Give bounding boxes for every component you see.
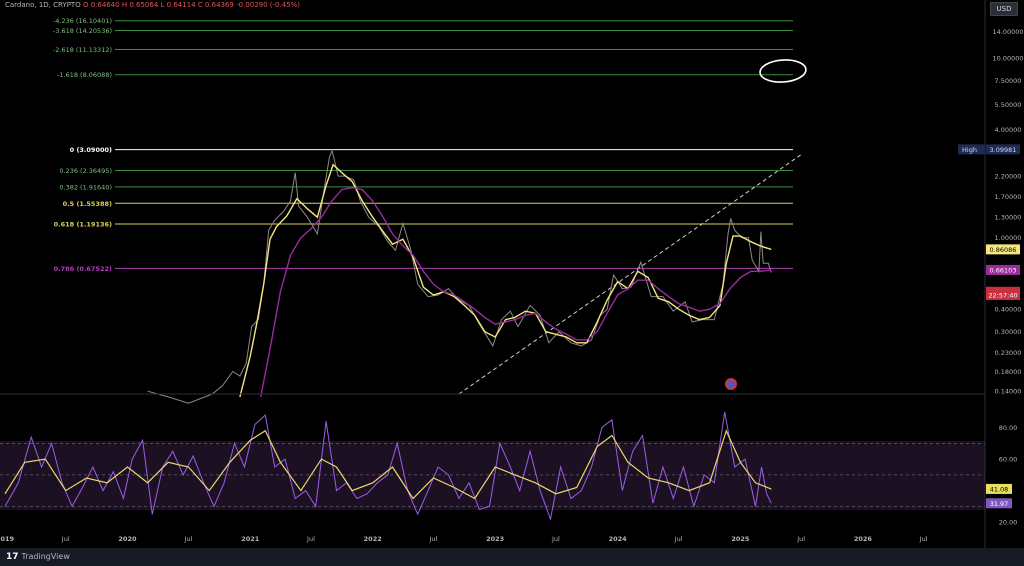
time-tick-13: Jul xyxy=(796,535,805,543)
price-tick-1: 10.00000 xyxy=(992,54,1023,62)
rsi-band-fill xyxy=(0,441,985,510)
price-tick-10: 0.30000 xyxy=(995,328,1022,336)
time-tick-2: 2020 xyxy=(118,535,137,543)
fib-label-0: -4.236 (16.10401) xyxy=(53,17,112,25)
fib-label-4: 0 (3.09000) xyxy=(70,146,112,154)
fib-label-5: 0.236 (2.36495) xyxy=(59,167,112,175)
fib-label-8: 0.618 (1.19136) xyxy=(54,221,112,229)
price-tick-13: 0.14000 xyxy=(995,388,1022,396)
rsi-tick-0: 80.00 xyxy=(999,424,1018,432)
time-tick-14: 2026 xyxy=(854,535,873,543)
tradingview-logo-icon: 17 xyxy=(6,552,19,562)
tradingview-logo[interactable]: 17 TradingView xyxy=(6,552,70,562)
time-tick-5: Jul xyxy=(306,535,315,543)
fib-label-7: 0.5 (1.55388) xyxy=(63,200,112,208)
rsi-tag-value-1: 31.97 xyxy=(990,500,1009,508)
price-tick-6: 1.70000 xyxy=(995,193,1022,201)
tag-value-0: 3.09981 xyxy=(990,146,1017,154)
tradingview-logo-text: TradingView xyxy=(21,552,70,561)
currency-button[interactable]: USD xyxy=(990,2,1018,16)
price-tick-8: 1.00000 xyxy=(995,234,1022,242)
time-tick-4: 2021 xyxy=(241,535,260,543)
fib-label-9: 0.786 (0.67522) xyxy=(54,265,112,273)
fib-label-1: -3.618 (14.20536) xyxy=(53,27,112,35)
time-tick-15: Jul xyxy=(919,535,928,543)
price-tick-11: 0.23000 xyxy=(995,349,1022,357)
fib-label-2: -2.618 (11.13312) xyxy=(53,46,112,54)
chart-svg[interactable]: -4.236 (16.10401) -3.618 (14.20536) -2.618… xyxy=(0,0,1024,566)
event-marker-inner-icon xyxy=(727,380,735,388)
time-tick-12: 2025 xyxy=(731,535,750,543)
time-tick-9: Jul xyxy=(551,535,560,543)
price-tick-0: 14.00000 xyxy=(992,28,1023,36)
price-tick-7: 1.30000 xyxy=(995,214,1022,222)
time-tick-8: 2023 xyxy=(486,535,504,543)
price-tick-4: 4.00000 xyxy=(995,126,1022,134)
footer-bar: 17 TradingView xyxy=(0,548,1024,566)
time-tick-7: Jul xyxy=(429,535,438,543)
rsi-tick-1: 60.00 xyxy=(999,456,1018,464)
price-tick-3: 5.50000 xyxy=(995,101,1022,109)
symbol-title[interactable]: Cardano, 1D, CRYPTO xyxy=(5,1,81,9)
time-tick-10: 2024 xyxy=(609,535,628,543)
tag-value-4: 22:57:40 xyxy=(988,291,1017,299)
price-tick-2: 7.50000 xyxy=(995,77,1022,85)
rsi-tag-value-0: 41.08 xyxy=(990,485,1009,493)
tag-value-1: 0.86086 xyxy=(990,246,1017,254)
symbol-header: Cardano, 1D, CRYPTO O 0.64640 H 0.65064 … xyxy=(5,1,300,9)
time-tick-3: Jul xyxy=(184,535,193,543)
rsi-tick-2: 20.00 xyxy=(999,519,1018,527)
time-tick-6: 2022 xyxy=(364,535,382,543)
price-tick-5: 2.20000 xyxy=(995,173,1022,181)
tag-label-0: High xyxy=(962,146,977,154)
price-tick-12: 0.18000 xyxy=(995,368,1022,376)
time-tick-1: Jul xyxy=(61,535,70,543)
fib-label-6: 0.382 (1.91640) xyxy=(59,183,112,191)
tag-value-2: 0.66103 xyxy=(990,266,1017,274)
price-tick-9: 0.40000 xyxy=(995,306,1022,314)
fib-label-3: -1.618 (8.06088) xyxy=(57,71,112,79)
ohlc-values: O 0.64640 H 0.65064 L 0.64114 C 0.64369 … xyxy=(82,1,301,9)
time-tick-11: Jul xyxy=(674,535,683,543)
time-tick-0: 2019 xyxy=(0,535,15,543)
